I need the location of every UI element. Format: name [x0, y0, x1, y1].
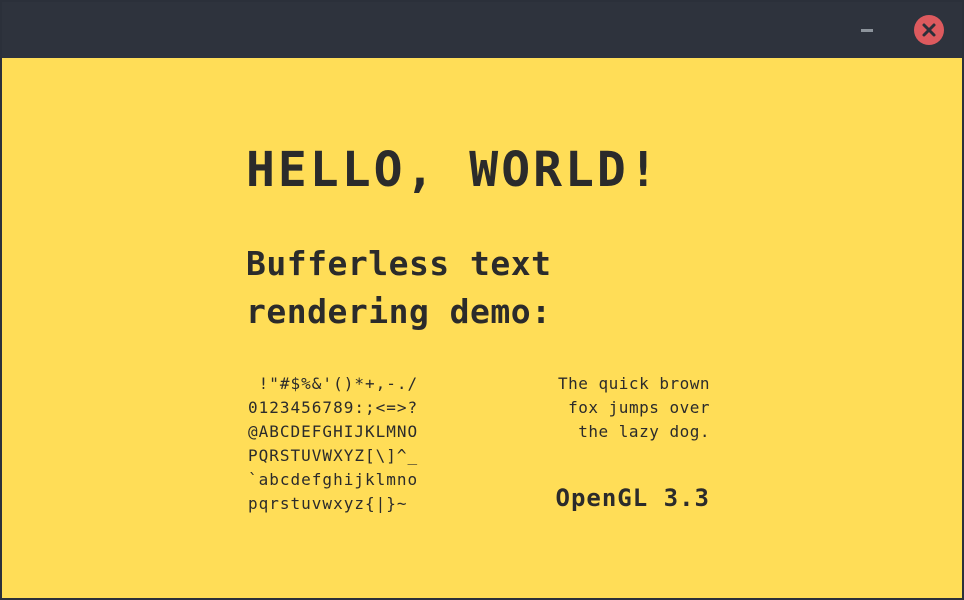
- pangram-line: the lazy dog.: [578, 422, 710, 441]
- pangram-block: The quick brown fox jumps over the lazy …: [558, 372, 710, 444]
- charset-line: `abcdefghijklmno: [248, 470, 419, 489]
- close-button[interactable]: [914, 15, 944, 45]
- subtitle-text: Bufferless text rendering demo:: [246, 240, 552, 336]
- charset-line: 0123456789:;<=>?: [248, 398, 419, 417]
- title-bar[interactable]: [2, 2, 962, 58]
- subtitle-line: Bufferless text: [246, 244, 552, 283]
- charset-block: !"#$%&'()*+,-./ 0123456789:;<=>? @ABCDEF…: [248, 372, 418, 516]
- app-window: HELLO, WORLD! Bufferless text rendering …: [0, 0, 964, 600]
- pangram-line: fox jumps over: [568, 398, 710, 417]
- pangram-line: The quick brown: [558, 374, 710, 393]
- minimize-button[interactable]: [859, 22, 875, 38]
- render-canvas: HELLO, WORLD! Bufferless text rendering …: [2, 58, 962, 598]
- subtitle-line: rendering demo:: [246, 292, 552, 331]
- headline-text: HELLO, WORLD!: [246, 142, 661, 198]
- charset-line: PQRSTUVWXYZ[\]^_: [248, 446, 419, 465]
- charset-line: pqrstuvwxyz{|}~: [248, 494, 408, 513]
- charset-line: !"#$%&'()*+,-./: [248, 374, 419, 393]
- gl-version-label: OpenGL 3.3: [555, 484, 710, 512]
- close-icon: [922, 23, 936, 37]
- charset-line: @ABCDEFGHIJKLMNO: [248, 422, 419, 441]
